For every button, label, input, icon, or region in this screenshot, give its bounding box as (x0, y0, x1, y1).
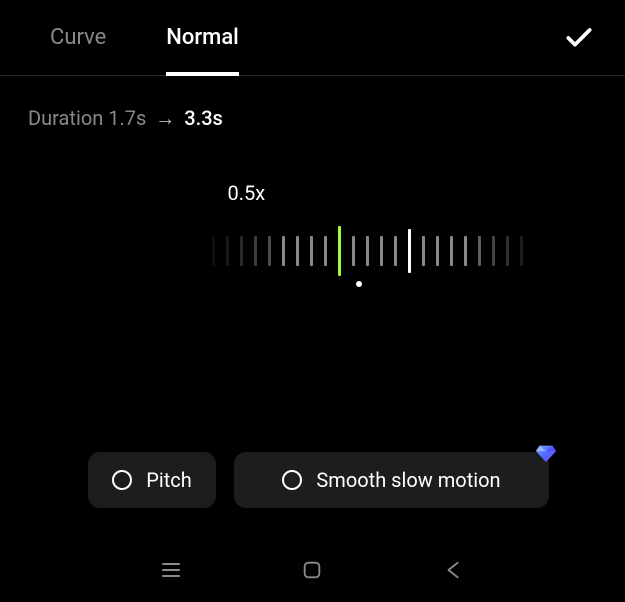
ruler-center-dot (356, 281, 362, 287)
premium-gem-icon (535, 442, 557, 464)
confirm-button[interactable] (553, 12, 605, 64)
speed-value-label: 0.5x (228, 181, 266, 205)
duration-display: Duration 1.7s → 3.3s (0, 76, 625, 131)
recent-apps-icon (159, 558, 183, 582)
back-button[interactable] (440, 556, 468, 584)
check-icon (563, 22, 595, 54)
smooth-label: Smooth slow motion (316, 468, 500, 492)
tab-curve[interactable]: Curve (20, 0, 136, 76)
system-navbar (0, 538, 625, 602)
options-row: Pitch Smooth slow motion (0, 452, 625, 508)
duration-to: 3.3s (184, 106, 223, 130)
smooth-slow-motion-toggle[interactable]: Smooth slow motion (234, 452, 549, 508)
home-button[interactable] (298, 556, 326, 584)
home-icon (301, 559, 323, 581)
pitch-toggle[interactable]: Pitch (88, 452, 216, 508)
pitch-label: Pitch (146, 468, 192, 492)
duration-label: Duration (28, 106, 103, 130)
ruler-ticks (212, 226, 523, 276)
speed-anchor-1x (408, 229, 411, 273)
duration-from: 1.7s (108, 106, 146, 130)
radio-unchecked-icon (282, 470, 302, 490)
radio-unchecked-icon (112, 470, 132, 490)
speed-slider-area: 0.5x (0, 181, 625, 381)
back-icon (443, 559, 465, 581)
speed-ruler[interactable] (0, 221, 625, 281)
speed-indicator (338, 226, 341, 276)
recent-apps-button[interactable] (157, 556, 185, 584)
tabs-bar: Curve Normal (0, 0, 625, 76)
tab-normal[interactable]: Normal (136, 0, 269, 76)
arrow-icon: → (155, 106, 175, 130)
